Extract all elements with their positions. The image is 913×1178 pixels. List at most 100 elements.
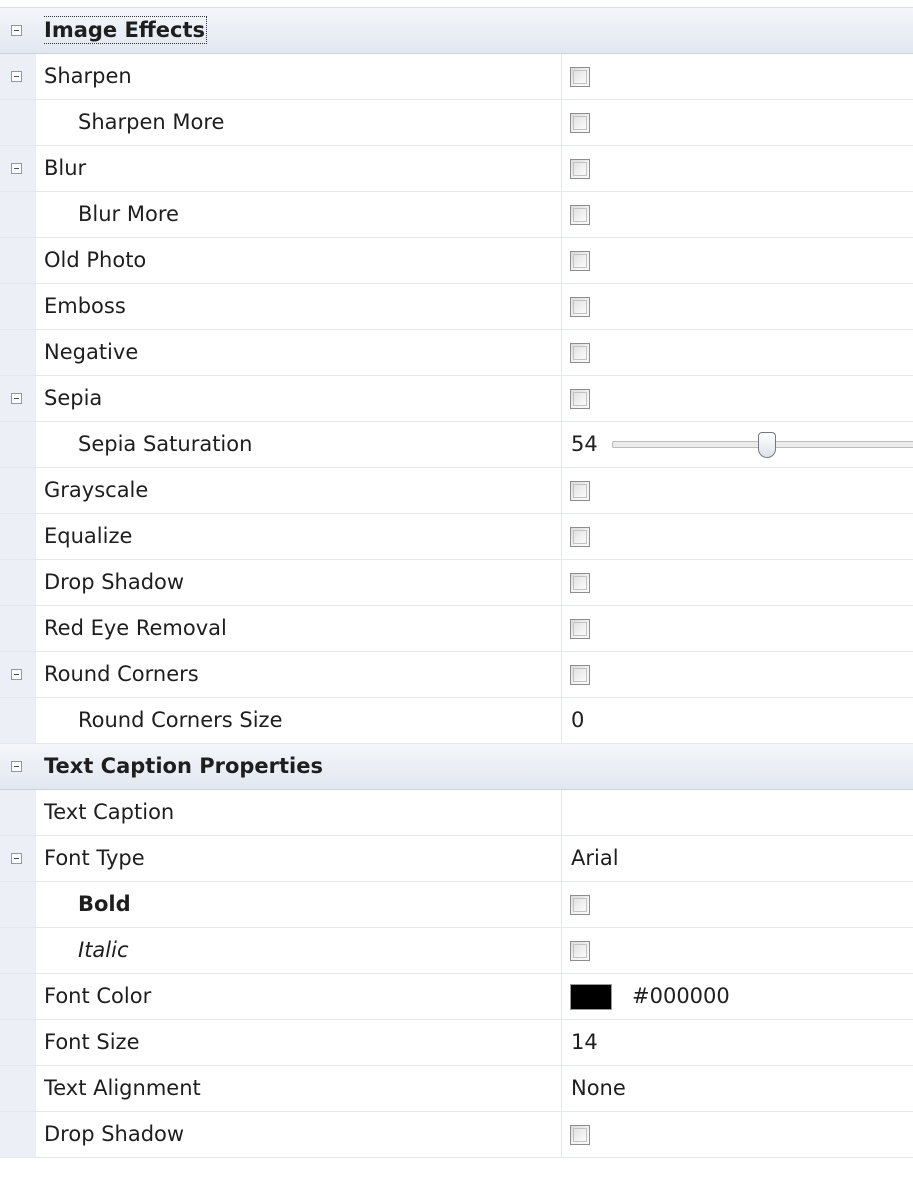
property-value-cell[interactable] [561,652,913,697]
property-row-red-eye-removal[interactable]: Red Eye Removal [0,606,913,652]
property-row-round-corners[interactable]: Round Corners [0,652,913,698]
equalize-checkbox[interactable] [570,527,590,547]
property-name: Font Size [44,1020,560,1065]
property-value-cell[interactable] [561,238,913,283]
property-row-font-size[interactable]: Font Size 14 [0,1020,913,1066]
property-value-cell[interactable] [561,330,913,375]
drop-shadow-checkbox[interactable] [570,1125,590,1145]
row-gutter [0,790,36,835]
property-value-cell[interactable] [561,376,913,421]
property-row-sharpen-more[interactable]: Sharpen More [0,100,913,146]
red-eye-removal-checkbox[interactable] [570,619,590,639]
property-row-old-photo[interactable]: Old Photo [0,238,913,284]
row-gutter [0,376,36,421]
property-row-equalize[interactable]: Equalize [0,514,913,560]
property-name-text: Italic [78,938,129,962]
collapse-icon[interactable] [11,761,22,772]
property-name-text: Blur More [78,202,179,226]
property-row-text-alignment[interactable]: Text Alignment None [0,1066,913,1112]
property-value-cell[interactable] [561,514,913,559]
property-row-drop-shadow[interactable]: Drop Shadow [0,560,913,606]
sharpen-checkbox[interactable] [570,67,590,87]
sharpen-more-checkbox[interactable] [570,113,590,133]
text-alignment-value[interactable]: None [571,1066,626,1111]
collapse-icon[interactable] [11,71,22,82]
property-row-grayscale[interactable]: Grayscale [0,468,913,514]
sepia-checkbox[interactable] [570,389,590,409]
round-corners-checkbox[interactable] [570,665,590,685]
property-row-drop-shadow[interactable]: Drop Shadow [0,1112,913,1158]
collapse-icon[interactable] [11,853,22,864]
blur-checkbox[interactable] [570,159,590,179]
round-corners-size-value[interactable]: 0 [571,698,584,743]
category-image-effects[interactable]: Image Effects [0,8,913,54]
collapse-icon[interactable] [11,25,22,36]
collapse-icon[interactable] [11,669,22,680]
property-value-cell[interactable]: #000000 [561,974,913,1019]
property-value-cell[interactable]: 0 [561,698,913,743]
property-row-italic[interactable]: Italic [0,928,913,974]
property-row-negative[interactable]: Negative [0,330,913,376]
property-value-cell[interactable] [561,100,913,145]
property-value-cell[interactable]: 54 [561,422,913,467]
property-row-sepia-saturation[interactable]: Sepia Saturation 54 [0,422,913,468]
property-value-cell[interactable]: None [561,1066,913,1111]
property-name-text: Sepia Saturation [78,432,253,456]
property-name-text: Old Photo [44,248,147,272]
collapse-icon[interactable] [11,163,22,174]
color-swatch[interactable] [570,984,612,1010]
row-gutter [0,744,36,789]
property-name-text: Text Caption Properties [44,754,323,778]
property-name-text: Equalize [44,524,133,548]
property-value-cell[interactable] [561,606,913,651]
property-row-round-corners-size[interactable]: Round Corners Size 0 [0,698,913,744]
property-value-cell[interactable] [561,882,913,927]
bold-checkbox[interactable] [570,895,590,915]
row-gutter [0,1112,36,1157]
property-row-emboss[interactable]: Emboss [0,284,913,330]
property-row-sepia[interactable]: Sepia [0,376,913,422]
property-row-blur-more[interactable]: Blur More [0,192,913,238]
property-value-cell[interactable] [561,560,913,605]
property-row-bold[interactable]: Bold [0,882,913,928]
collapse-icon[interactable] [11,393,22,404]
property-value-cell[interactable] [561,1112,913,1157]
font-type-value[interactable]: Arial [571,836,619,881]
drop-shadow-checkbox[interactable] [570,573,590,593]
property-row-font-color[interactable]: Font Color #000000 [0,974,913,1020]
property-value-cell[interactable] [561,192,913,237]
property-row-text-caption[interactable]: Text Caption [0,790,913,836]
font-color-value[interactable]: #000000 [632,974,730,1019]
row-gutter [0,146,36,191]
property-value-cell[interactable]: Arial [561,836,913,881]
old-photo-checkbox[interactable] [570,251,590,271]
property-row-sharpen[interactable]: Sharpen [0,54,913,100]
sepia-saturation-value: 54 [571,432,598,456]
property-name-text: Sharpen More [78,110,225,134]
blur-more-checkbox[interactable] [570,205,590,225]
property-name-text: Negative [44,340,139,364]
property-row-font-type[interactable]: Font Type Arial [0,836,913,882]
property-name: Emboss [44,284,560,329]
property-name-text: Round Corners Size [78,708,283,732]
property-name-text: Bold [78,892,131,916]
slider-thumb[interactable] [758,432,776,458]
emboss-checkbox[interactable] [570,297,590,317]
negative-checkbox[interactable] [570,343,590,363]
property-value-cell[interactable] [561,928,913,973]
font-size-value[interactable]: 14 [571,1020,598,1065]
grayscale-checkbox[interactable] [570,481,590,501]
sepia-saturation-slider-track[interactable] [612,432,913,458]
property-value-cell[interactable] [561,790,913,835]
property-value-cell[interactable] [561,468,913,513]
italic-checkbox[interactable] [570,941,590,961]
property-value-cell[interactable]: 14 [561,1020,913,1065]
property-value-cell[interactable] [561,54,913,99]
row-gutter [0,284,36,329]
category-text-caption-properties[interactable]: Text Caption Properties [0,744,913,790]
property-name: Text Caption [44,790,560,835]
property-value-cell[interactable] [561,284,913,329]
property-value-cell [561,744,913,789]
property-value-cell[interactable] [561,146,913,191]
property-row-blur[interactable]: Blur [0,146,913,192]
